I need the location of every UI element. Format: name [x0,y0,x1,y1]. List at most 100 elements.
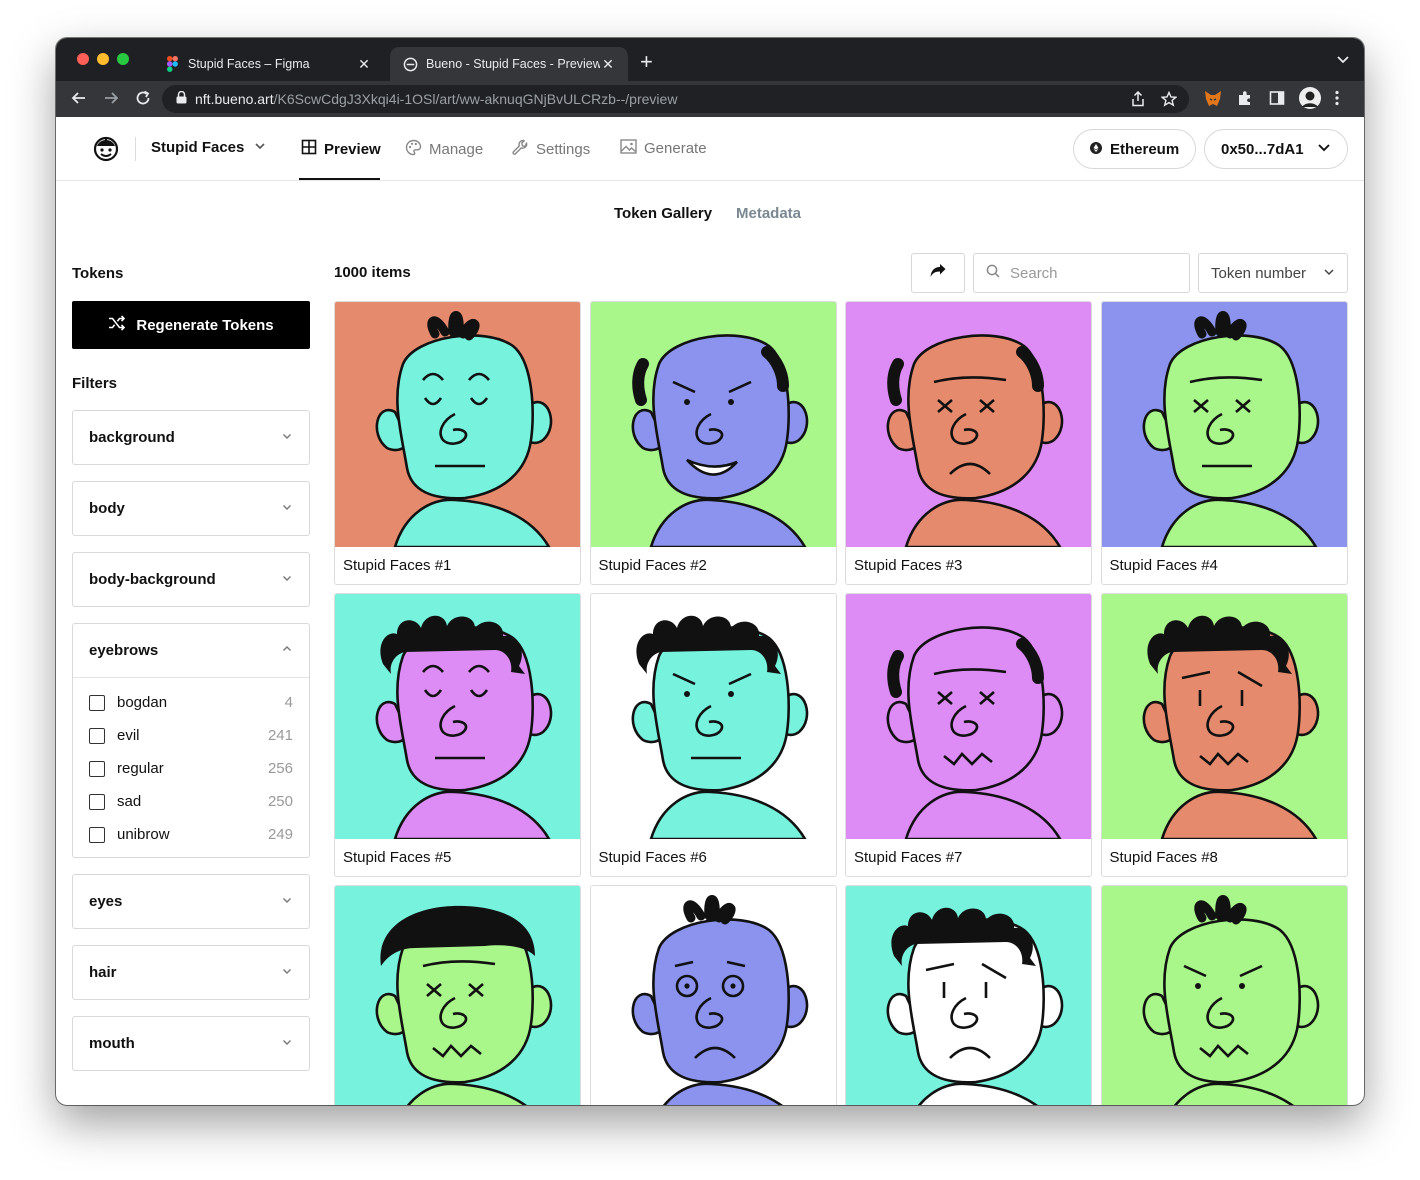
share-icon[interactable] [1131,90,1145,110]
close-window-button[interactable] [77,53,89,65]
token-card[interactable] [334,885,581,1105]
bueno-favicon-icon [402,56,418,72]
filter-option[interactable]: bogdan 4 [89,686,293,719]
token-card[interactable]: Stupid Faces #4 [1100,301,1348,585]
lock-icon[interactable] [176,90,187,107]
subtab-metadata[interactable]: Metadata [736,205,801,222]
new-tab-button[interactable]: + [640,51,653,73]
chevron-down-icon [254,139,266,156]
profile-avatar-icon[interactable] [1299,87,1321,114]
filter-label: body-background [89,571,216,588]
token-image [846,594,1091,841]
browser-toolbar: nft.bueno.art/K6ScwCdgJ3Xkqi4i-1OSl/art/… [56,81,1364,117]
checkbox[interactable] [89,793,105,810]
sort-select[interactable]: Token number [1198,253,1348,293]
filter-option[interactable]: unibrow 249 [89,818,293,851]
active-tab-underline [299,178,380,180]
reload-icon[interactable] [134,89,152,112]
option-label: evil [117,727,140,744]
checkbox[interactable] [89,694,105,711]
filter-header[interactable]: background [73,411,309,464]
network-selector[interactable]: Ethereum [1073,129,1196,169]
items-count: 1000 items [334,264,411,281]
filter-header[interactable]: body-background [73,553,309,606]
tab-settings[interactable]: Settings [512,139,590,160]
search-icon [986,264,1000,282]
puzzle-extensions-icon[interactable] [1237,90,1253,111]
token-card[interactable]: Stupid Faces #3 [845,301,1092,585]
tab-preview[interactable]: Preview [301,139,381,159]
regenerate-tokens-button[interactable]: Regenerate Tokens [72,301,310,349]
option-count: 241 [267,727,293,744]
browser-window: Stupid Faces – Figma ✕ Bueno - Stupid Fa… [56,38,1364,1105]
zoom-window-button[interactable] [117,53,129,65]
token-card[interactable] [589,885,837,1105]
browser-tab-figma[interactable]: Stupid Faces – Figma ✕ [152,47,384,81]
browser-menu-icon[interactable] [1335,90,1339,111]
token-card[interactable] [1100,885,1348,1105]
tab-title: Bueno - Stupid Faces - Preview [426,57,600,71]
tab-manage[interactable]: Manage [405,139,483,160]
filter-option[interactable]: regular 256 [89,752,293,785]
ethereum-icon [1090,141,1102,158]
url-host: nft.bueno.art [195,91,274,107]
filter-header[interactable]: eyes [73,875,309,928]
chevron-down-icon [1323,265,1335,282]
share-button[interactable] [911,253,965,293]
metamask-icon[interactable] [1204,90,1222,112]
token-image [846,886,1091,1105]
token-caption: Stupid Faces #1 [343,557,452,574]
option-count: 4 [284,694,293,711]
filter-options: bogdan 4 evil 241 regular 256 sad 250 unibrow 249 [73,677,309,857]
filter-header[interactable]: eyebrows [73,624,309,677]
grid-icon [301,139,317,159]
sidepanel-icon[interactable] [1269,90,1285,111]
search-input[interactable]: Search [973,253,1190,293]
chevron-up-icon [281,642,293,659]
token-image [335,302,580,549]
option-label: sad [117,793,142,810]
token-card[interactable]: Stupid Faces #8 [1100,593,1348,877]
address-bar[interactable]: nft.bueno.art/K6ScwCdgJ3Xkqi4i-1OSl/art/… [162,85,1189,113]
token-card[interactable] [845,885,1092,1105]
palette-icon [405,139,422,160]
close-tab-icon[interactable]: ✕ [600,56,616,73]
filter-option[interactable]: sad 250 [89,785,293,818]
filter-option[interactable]: evil 241 [89,719,293,752]
subtab-token-gallery[interactable]: Token Gallery [614,205,712,222]
filter-header[interactable]: hair [73,946,309,999]
token-caption: Stupid Faces #2 [598,557,707,574]
forward-arrow-icon[interactable] [102,89,120,112]
checkbox[interactable] [89,727,105,744]
checkbox[interactable] [89,826,105,843]
token-image [1101,886,1347,1105]
shuffle-icon [108,315,126,335]
chevron-down-icon [281,500,293,517]
back-arrow-icon[interactable] [70,89,88,112]
option-label: bogdan [117,694,168,711]
browser-tab-bueno[interactable]: Bueno - Stupid Faces - Preview ✕ [390,47,628,81]
token-card[interactable]: Stupid Faces #7 [845,593,1092,877]
token-card[interactable]: Stupid Faces #2 [589,301,837,585]
token-caption: Stupid Faces #4 [1109,557,1218,574]
bookmark-star-icon[interactable] [1160,90,1178,110]
token-image [1101,594,1347,841]
filter-header[interactable]: body [73,482,309,535]
network-label: Ethereum [1110,140,1180,158]
option-count: 256 [267,760,293,777]
filter-header[interactable]: mouth [73,1017,309,1070]
wallet-selector[interactable]: 0x50...7dA1 [1204,129,1348,169]
minimize-window-button[interactable] [97,53,109,65]
tab-label: Generate [644,140,707,157]
url-path: /K6ScwCdgJ3Xkqi4i-1OSl/art/ww-aknuqGNjBv… [273,91,678,107]
bueno-logo-icon[interactable] [92,134,120,162]
checkbox[interactable] [89,760,105,777]
token-card[interactable]: Stupid Faces #5 [334,593,581,877]
token-card[interactable]: Stupid Faces #1 [334,301,581,585]
tab-generate[interactable]: Generate [620,139,707,158]
project-selector[interactable]: Stupid Faces [151,139,266,156]
close-tab-icon[interactable]: ✕ [356,56,372,73]
token-card[interactable]: Stupid Faces #6 [589,593,837,877]
tab-search-chevron-icon[interactable] [1336,52,1350,71]
filter-background: background [72,410,310,465]
